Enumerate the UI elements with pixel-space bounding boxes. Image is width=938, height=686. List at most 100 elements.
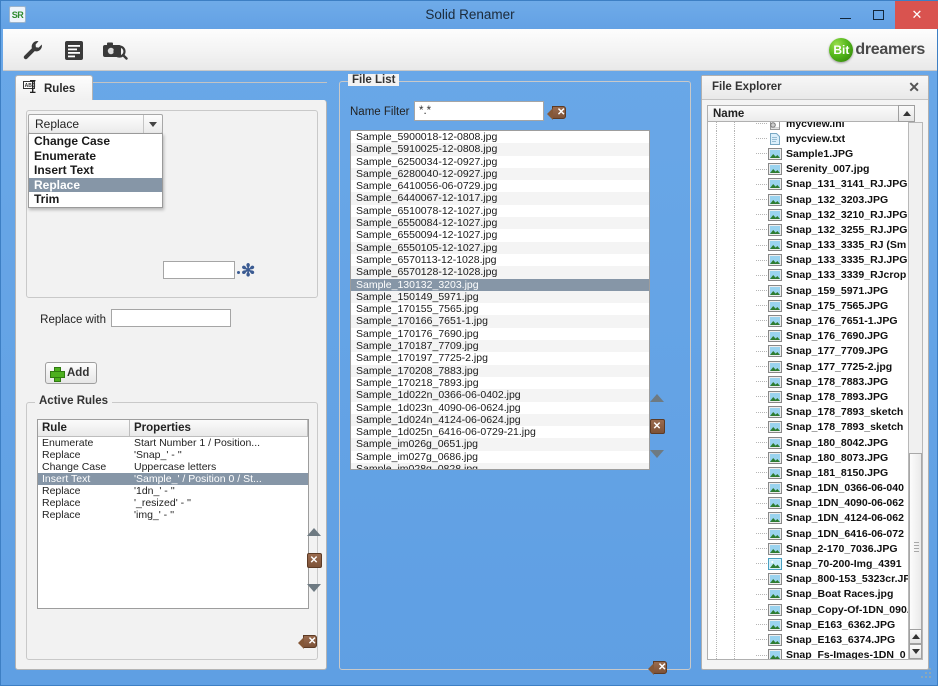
explorer-tree-item[interactable]: Snap_133_3335_RJ.JPG	[708, 252, 914, 269]
file-list-item[interactable]: Sample_6410056-06-0729.jpg	[351, 180, 649, 192]
file-list-item[interactable]: Sample_5910025-12-0808.jpg	[351, 143, 649, 156]
file-list[interactable]: Sample_5900018-12-0808.jpg Sample_5910025…	[350, 130, 650, 470]
explorer-tree-item[interactable]: Snap_178_7883.JPG	[708, 374, 914, 390]
explorer-tree-item[interactable]: Snap_800-153_5323cr.JPG	[708, 571, 914, 588]
explorer-tree-item[interactable]: Snap_132_3255_RJ.JPG	[708, 222, 914, 238]
file-remove-button[interactable]: ✕	[646, 415, 668, 437]
explorer-tree-item[interactable]: mycview.ini	[708, 122, 914, 132]
column-header-properties[interactable]: Properties	[130, 420, 308, 437]
explorer-tree-item[interactable]: Snap_2-170_7036.JPG	[708, 541, 914, 557]
explorer-tree-item[interactable]: Snap_1DN_4090-06-062	[708, 495, 914, 512]
explorer-tree-item[interactable]: Snap_176_7651-1.JPG	[708, 313, 914, 329]
explorer-tree-item[interactable]: Snap_E163_6374.JPG	[708, 632, 914, 648]
explorer-tree-item[interactable]: Snap_131_3141_RJ.JPG	[708, 176, 914, 193]
file-list-item[interactable]: Sample_1d025n_6416-06-0729-21.jpg	[351, 426, 649, 438]
window-resize-grip[interactable]	[921, 668, 933, 680]
file-list-item[interactable]: Sample_170197_7725-2.jpg	[351, 352, 649, 364]
explorer-tree-item[interactable]: Serenity_007.jpg	[708, 161, 914, 177]
file-list-item[interactable]: Sample_6550105-12-1027.jpg	[351, 241, 649, 254]
explorer-tree-item[interactable]: Snap_Fs-Images-1DN_0	[708, 647, 914, 659]
rule-move-up-button[interactable]	[303, 521, 325, 543]
close-icon[interactable]: ✕	[908, 79, 920, 96]
list-icon[interactable]	[60, 36, 88, 64]
explorer-scrollbar-thumb[interactable]	[909, 453, 922, 643]
minimize-button[interactable]	[829, 1, 862, 29]
file-list-item[interactable]: Sample_6570128-12-1028.jpg	[351, 266, 649, 279]
explorer-column-header-name[interactable]: Name	[707, 105, 915, 122]
explorer-tree-item[interactable]: Snap_178_7893.JPG	[708, 389, 914, 405]
explorer-scrollbar[interactable]	[908, 122, 923, 660]
dropdown-option-insert-text[interactable]: Insert Text	[29, 163, 162, 178]
name-filter-input[interactable]	[414, 101, 544, 121]
file-list-item[interactable]: Sample_170166_7651-1.jpg	[351, 315, 649, 328]
rule-type-dropdown[interactable]: Change Case Enumerate Insert Text Replac…	[28, 133, 163, 208]
explorer-tree-item[interactable]: Snap_70-200-Img_4391	[708, 556, 914, 572]
file-list-item[interactable]: Sample_im026g_0651.jpg	[351, 438, 649, 451]
add-rule-button[interactable]: Add	[45, 362, 97, 384]
dropdown-option-trim[interactable]: Trim	[29, 192, 162, 207]
active-rule-row[interactable]: Change Case Uppercase letters	[38, 461, 308, 473]
file-list-item[interactable]: Sample_im028g_0828.jpg	[351, 463, 649, 469]
explorer-tree-item[interactable]: mycview.txt	[708, 131, 914, 147]
file-move-down-button[interactable]	[646, 443, 668, 465]
maximize-button[interactable]	[862, 1, 895, 29]
file-list-item[interactable]: Sample_130132_3203.jpg	[351, 278, 649, 291]
file-move-up-button[interactable]	[646, 387, 668, 409]
explorer-tree-item[interactable]: Snap_Boat Races.jpg	[708, 586, 914, 603]
file-list-item[interactable]: Sample_6250034-12-0927.jpg	[351, 156, 649, 168]
replace-with-input[interactable]	[111, 309, 231, 327]
explorer-tree-item[interactable]: Snap_Copy-Of-1DN_090.	[708, 602, 914, 618]
clear-filter-button[interactable]: ✕	[552, 102, 567, 120]
explorer-file-tree[interactable]: mycview.ini mycview.txt Sample1.JPG Serenit…	[707, 122, 915, 660]
explorer-tree-item[interactable]: Snap_1DN_0366-06-040	[708, 480, 914, 496]
replace-value-input[interactable]	[163, 261, 235, 279]
active-rule-row[interactable]: Replace 'img_' - ''	[38, 509, 308, 521]
explorer-tree-item[interactable]: Snap_180_8042.JPG	[708, 434, 914, 451]
camera-search-icon[interactable]	[100, 36, 128, 64]
rules-clear-all-button[interactable]: ✕	[303, 631, 318, 649]
rule-type-combo[interactable]: Replace	[28, 114, 163, 134]
active-rule-row[interactable]: Replace '1dn_' - ''	[38, 485, 308, 497]
explorer-tree-item[interactable]: Snap_180_8073.JPG	[708, 450, 914, 466]
explorer-tree-item[interactable]: Snap_178_7893_sketch	[708, 404, 914, 420]
explorer-tree-item[interactable]: Snap_159_5971.JPG	[708, 283, 914, 299]
file-list-item[interactable]: Sample_170208_7883.jpg	[351, 364, 649, 377]
file-list-item[interactable]: Sample_6440067-12-1017.jpg	[351, 192, 649, 205]
rule-move-down-button[interactable]	[303, 577, 325, 599]
explorer-tree-item[interactable]: Snap_181_8150.JPG	[708, 465, 914, 481]
wrench-icon[interactable]	[19, 36, 47, 64]
file-list-item[interactable]: Sample_6570113-12-1028.jpg	[351, 254, 649, 266]
explorer-tree-item[interactable]: Snap_133_3335_RJ (Sm	[708, 237, 914, 253]
tab-rules[interactable]: ABC Rules	[15, 75, 93, 101]
explorer-tree-item[interactable]: Snap_E163_6362.JPG	[708, 617, 914, 633]
explorer-tree-item[interactable]: Snap_1DN_6416-06-072	[708, 526, 914, 542]
explorer-tree-item[interactable]: Snap_177_7709.JPG	[708, 343, 914, 360]
scroll-up-button[interactable]	[909, 629, 922, 644]
explorer-tree-item[interactable]: Snap_176_7690.JPG	[708, 328, 914, 345]
file-list-clear-all-button[interactable]: ✕	[653, 657, 668, 675]
dropdown-option-replace[interactable]: Replace	[29, 177, 162, 193]
file-list-item[interactable]: Sample_1d022n_0366-06-0402.jpg	[351, 389, 649, 402]
explorer-tree-item[interactable]: Snap_178_7893_sketch	[708, 419, 914, 436]
file-list-item[interactable]: Sample_im027g_0686.jpg	[351, 451, 649, 463]
file-list-item[interactable]: Sample_6280040-12-0927.jpg	[351, 167, 649, 181]
file-list-item[interactable]: Sample_5900018-12-0808.jpg	[351, 131, 649, 143]
file-list-item[interactable]: Sample_170176_7690.jpg	[351, 328, 649, 340]
file-list-item[interactable]: Sample_170218_7893.jpg	[351, 377, 649, 389]
active-rule-row[interactable]: Enumerate Start Number 1 / Position...	[38, 437, 308, 449]
explorer-tree-item[interactable]: Snap_1DN_4124-06-062	[708, 510, 914, 527]
file-list-item[interactable]: Sample_1d024n_4124-06-0624.jpg	[351, 413, 649, 427]
file-list-item[interactable]: Sample_1d023n_4090-06-0624.jpg	[351, 402, 649, 414]
active-rules-grid[interactable]: Rule Properties Enumerate Start Number 1 …	[37, 419, 309, 609]
active-rule-row[interactable]: Insert Text 'Sample_' / Position 0 / St..…	[38, 473, 308, 485]
explorer-tree-item[interactable]: Sample1.JPG	[708, 146, 914, 162]
file-list-item[interactable]: Sample_6510078-12-1027.jpg	[351, 205, 649, 217]
file-list-item[interactable]: Sample_170187_7709.jpg	[351, 340, 649, 353]
explorer-tree-item[interactable]: Snap_133_3339_RJcrop	[708, 267, 914, 284]
rule-remove-button[interactable]: ✕	[303, 549, 325, 571]
file-list-item[interactable]: Sample_6550094-12-1027.jpg	[351, 229, 649, 241]
file-list-item[interactable]: Sample_6550084-12-1027.jpg	[351, 217, 649, 230]
explorer-tree-item[interactable]: Snap_132_3210_RJ.JPG	[708, 207, 914, 223]
dropdown-option-change-case[interactable]: Change Case	[29, 134, 162, 149]
dropdown-option-enumerate[interactable]: Enumerate	[29, 149, 162, 164]
